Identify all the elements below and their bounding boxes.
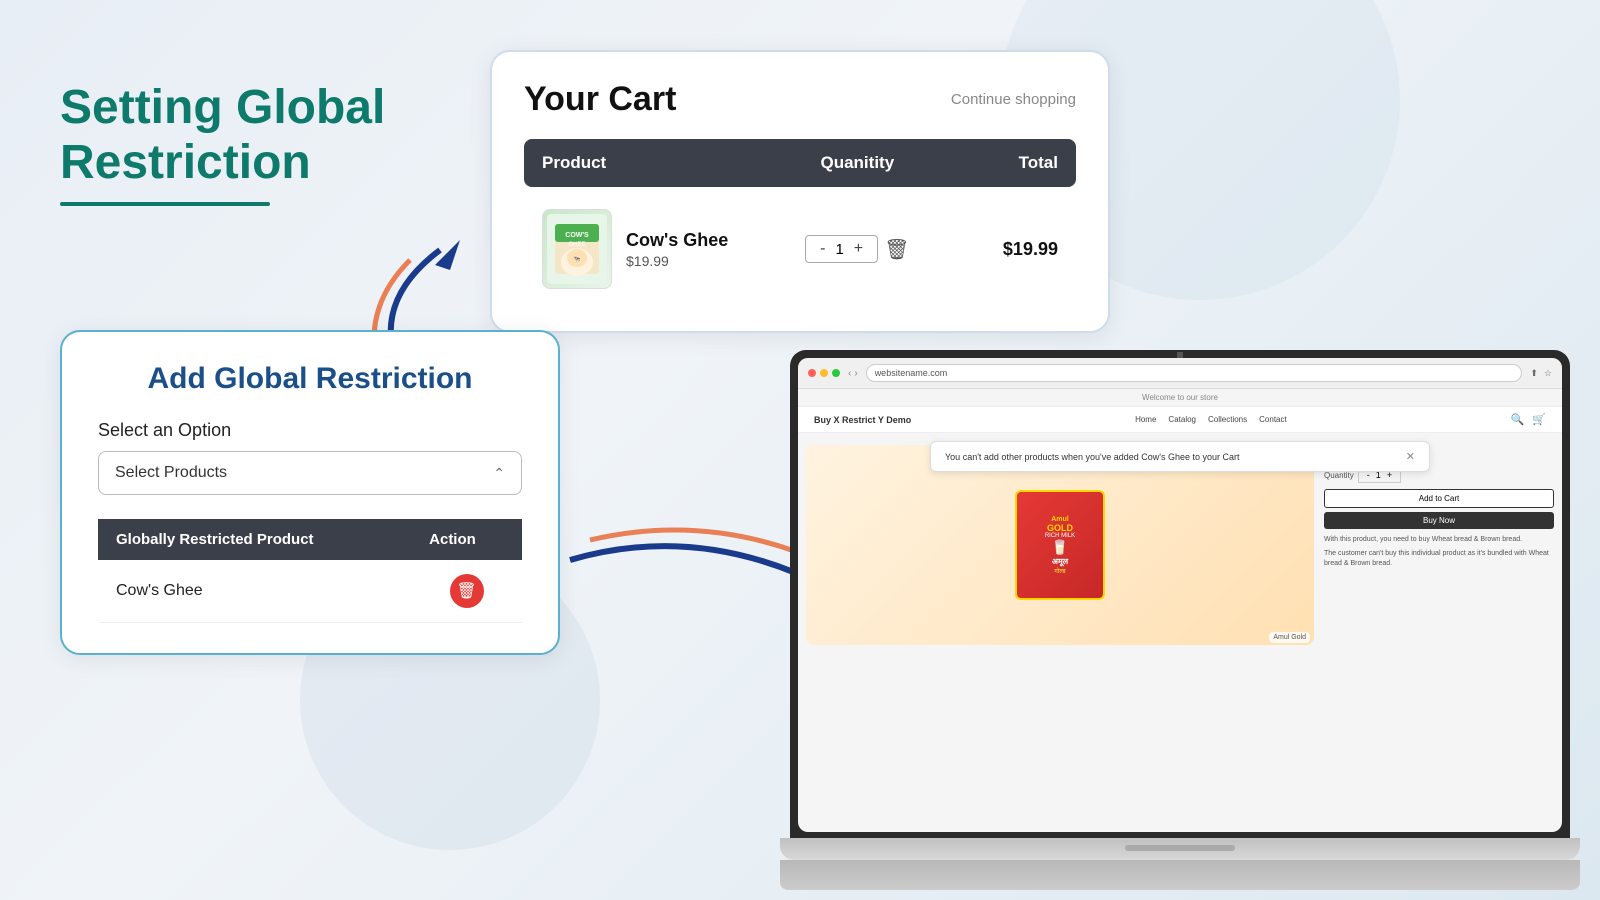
column-quantity: Quanitity xyxy=(771,153,943,173)
chevron-down-icon: ⌃ xyxy=(493,465,505,482)
trash-icon: 🗑 xyxy=(456,581,476,601)
quantity-control: - 1 + 🗑 xyxy=(771,235,943,263)
cart-card: Your Cart Continue shopping Product Quan… xyxy=(490,50,1110,333)
nav-catalog[interactable]: Catalog xyxy=(1168,415,1196,424)
store-nav-icons: 🔍 🛒 xyxy=(1511,413,1546,426)
product-desc-1: With this product, you need to buy Wheat… xyxy=(1324,535,1554,545)
minimize-dot[interactable] xyxy=(820,369,828,377)
product-image-label: Amul Gold xyxy=(1269,632,1310,643)
restriction-table: Globally Restricted Product Action Cow's… xyxy=(98,519,522,623)
svg-text:GHEE: GHEE xyxy=(568,242,585,248)
qty-increase-button[interactable]: + xyxy=(854,240,863,258)
product-desc-2: The customer can't buy this individual p… xyxy=(1324,549,1554,569)
delete-restriction-button[interactable]: 🗑 xyxy=(450,574,484,608)
qty-value: 1 xyxy=(835,241,843,258)
svg-text:🐄: 🐄 xyxy=(573,256,581,263)
table-body: Cow's Ghee 🗑 xyxy=(98,560,522,623)
laptop-screen-outer: ‹ › websitename.com ⬆ ☆ Welcome to our s… xyxy=(790,350,1570,840)
close-dot[interactable] xyxy=(808,369,816,377)
column-product: Product xyxy=(542,153,771,173)
amul-gold-label: GOLD xyxy=(1047,523,1073,533)
address-bar[interactable]: websitename.com xyxy=(866,364,1523,382)
laptop-screen: ‹ › websitename.com ⬆ ☆ Welcome to our s… xyxy=(798,358,1562,832)
amul-package: Amul GOLD RICH MILK 🥛 अमूल गोल्ड xyxy=(1015,490,1105,600)
page-title-section: Setting Global Restriction xyxy=(60,80,385,206)
search-icon[interactable]: 🔍 xyxy=(1511,413,1525,426)
cart-icon[interactable]: 🛒 xyxy=(1532,413,1546,426)
laptop-base xyxy=(780,838,1580,860)
product-image: COW'S GHEE 🐄 xyxy=(542,209,612,289)
laptop-body: ‹ › websitename.com ⬆ ☆ Welcome to our s… xyxy=(780,350,1580,870)
keyboard-area xyxy=(780,860,1580,890)
notification-close-button[interactable]: ✕ xyxy=(1406,450,1415,463)
col-header-product: Globally Restricted Product xyxy=(98,519,411,560)
select-products-dropdown[interactable]: Select Products ⌃ xyxy=(98,451,522,495)
table-row: Cow's Ghee 🗑 xyxy=(98,560,522,623)
browser-toolbar-icons: ⬆ ☆ xyxy=(1530,368,1552,379)
product-hero-image: Amul GOLD RICH MILK 🥛 अमूल गोल्ड xyxy=(806,445,1314,645)
table-header-row: Globally Restricted Product Action xyxy=(98,519,522,560)
add-to-cart-button[interactable]: Add to Cart xyxy=(1324,489,1554,508)
store-brand: Buy X Restrict Y Demo xyxy=(814,415,911,425)
laptop-wrapper: ‹ › websitename.com ⬆ ☆ Welcome to our s… xyxy=(760,300,1600,900)
product-price: $19.99 xyxy=(626,253,728,269)
browser-dots xyxy=(808,369,840,377)
cart-total: $19.99 xyxy=(943,239,1058,260)
product-image-area: Amul GOLD RICH MILK 🥛 अमूल गोल्ड A xyxy=(806,445,1314,645)
browser-chrome: ‹ › websitename.com ⬆ ☆ xyxy=(798,358,1562,389)
buy-now-button[interactable]: Buy Now xyxy=(1324,512,1554,529)
title-underline xyxy=(60,202,270,206)
col-header-action: Action xyxy=(411,519,522,560)
table-row: COW'S GHEE 🐄 Cow's Ghee $19.99 - 1 + 🗑 $… xyxy=(524,195,1076,303)
product-detail-panel: Amul milk Quantity - 1 + Add to Cart B xyxy=(1324,445,1554,645)
amul-product-visual: Amul GOLD RICH MILK 🥛 अमूल गोल्ड xyxy=(1015,490,1105,600)
back-icon[interactable]: ‹ xyxy=(848,368,851,379)
store-nav: Buy X Restrict Y Demo Home Catalog Colle… xyxy=(798,407,1562,433)
product-section: Amul GOLD RICH MILK 🥛 अमूल गोल्ड A xyxy=(806,445,1554,645)
notification-bar: You can't add other products when you've… xyxy=(930,441,1430,472)
restriction-title: Add Global Restriction xyxy=(98,362,522,396)
quantity-box: - 1 + xyxy=(805,235,878,263)
amul-brand: Amul xyxy=(1051,516,1069,523)
amul-hindi-sub: गोल्ड xyxy=(1054,567,1065,575)
welcome-banner: Welcome to our store xyxy=(798,389,1562,407)
delete-item-icon[interactable]: 🗑 xyxy=(884,237,909,262)
share-icon[interactable]: ⬆ xyxy=(1530,368,1538,379)
product-name: Cow's Ghee xyxy=(626,230,728,251)
page-title: Setting Global Restriction xyxy=(60,80,385,190)
cart-header: Your Cart Continue shopping xyxy=(524,80,1076,119)
maximize-dot[interactable] xyxy=(832,369,840,377)
nav-home[interactable]: Home xyxy=(1135,415,1156,424)
option-label: Select an Option xyxy=(98,420,522,441)
row-action: 🗑 xyxy=(411,560,522,623)
store-body: You can't add other products when you've… xyxy=(798,433,1562,653)
column-total: Total xyxy=(943,153,1058,173)
nav-links: Home Catalog Collections Contact xyxy=(1135,415,1287,424)
table-header: Globally Restricted Product Action xyxy=(98,519,522,560)
amul-hindi-text: अमूल xyxy=(1052,556,1068,567)
amul-icon: 🥛 xyxy=(1051,539,1068,556)
row-product-name: Cow's Ghee xyxy=(98,560,411,623)
option-section: Select an Option Select Products ⌃ xyxy=(98,420,522,495)
url-text: websitename.com xyxy=(875,368,948,378)
product-info: COW'S GHEE 🐄 Cow's Ghee $19.99 xyxy=(542,209,771,289)
browser-navigation: ‹ › xyxy=(848,368,858,379)
nav-contact[interactable]: Contact xyxy=(1259,415,1287,424)
continue-shopping-link[interactable]: Continue shopping xyxy=(951,91,1076,108)
cart-title: Your Cart xyxy=(524,80,676,119)
bookmark-icon[interactable]: ☆ xyxy=(1544,368,1552,379)
trackpad xyxy=(1125,845,1235,851)
cart-table-header: Product Quanitity Total xyxy=(524,139,1076,187)
notification-text: You can't add other products when you've… xyxy=(945,452,1240,462)
svg-text:COW'S: COW'S xyxy=(565,232,589,239)
forward-icon[interactable]: › xyxy=(854,368,857,379)
qty-decrease-button[interactable]: - xyxy=(820,240,825,258)
select-placeholder: Select Products xyxy=(115,464,227,482)
product-details: Cow's Ghee $19.99 xyxy=(626,230,728,269)
nav-collections[interactable]: Collections xyxy=(1208,415,1247,424)
restriction-card: Add Global Restriction Select an Option … xyxy=(60,330,560,655)
